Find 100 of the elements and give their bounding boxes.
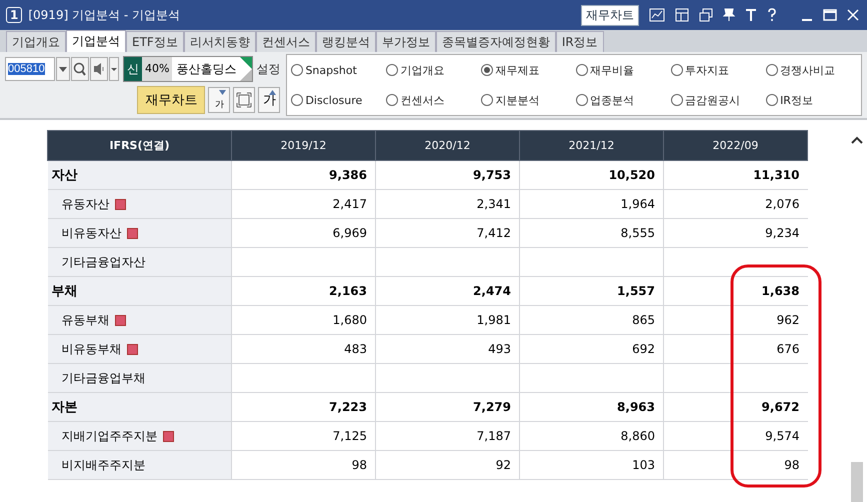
table-cell: 9,753 [376,160,520,190]
maximize-icon[interactable] [823,8,837,22]
table-cell: 11,310 [664,160,808,190]
settings-label[interactable]: 설정 [256,60,280,78]
pin-icon[interactable] [723,8,735,22]
row-label-cell: 기타금융업자산 [48,248,232,276]
tab[interactable]: 기업개요 [6,31,66,52]
font-decrease-button[interactable]: 가 [208,87,230,113]
table-cell: 10,520 [520,160,664,190]
radio-option[interactable]: Snapshot [291,64,386,76]
table-cell: 1,638 [664,276,808,306]
table-cell: 9,574 [664,422,808,450]
table-cell: 865 [520,306,664,334]
row-label-cell: 비유동부채 [48,334,232,364]
table-cell: 493 [376,334,520,364]
tab[interactable]: 부가정보 [376,31,436,52]
scroll-up-icon[interactable] [851,136,863,144]
table-cell: 7,279 [376,392,520,422]
column-header: 2021/12 [520,130,664,160]
tab[interactable]: 종목별증자예정현황 [436,31,556,52]
table-cell: 2,474 [376,276,520,306]
tab[interactable]: 랭킹분석 [316,31,376,52]
chart-button[interactable]: 재무차트 [581,4,639,26]
layout-icon[interactable] [675,8,689,22]
chart-icon[interactable] [649,8,665,22]
row-label-cell: 비지배주주지분 [48,450,232,480]
radio-option[interactable]: 투자지표 [671,62,766,78]
table-cell: 6,969 [232,218,376,248]
column-header: 2022/09 [664,130,808,160]
radio-option[interactable]: 경쟁사비교 [766,62,861,78]
table-cell: 7,125 [232,422,376,450]
new-listing-badge: 신 [124,57,142,81]
table-cell: 9,672 [664,392,808,422]
tab[interactable]: 컨센서스 [256,31,316,52]
table-cell: 1,981 [376,306,520,334]
copy-icon[interactable] [699,8,713,22]
table-cell: 7,187 [376,422,520,450]
table-cell: 8,860 [520,422,664,450]
table-cell: 2,076 [664,190,808,218]
stock-code-field[interactable]: 005810 [5,57,55,81]
expand-plus-icon[interactable] [114,198,126,210]
column-header: IFRS(연결) [48,130,232,160]
expand-plus-icon[interactable] [126,344,138,355]
row-label-cell: 자본 [48,392,232,422]
table-cell: 692 [520,334,664,364]
radio-option[interactable]: Disclosure [291,94,386,106]
row-label-cell: 부채 [48,276,232,306]
table-cell: 8,555 [520,218,664,248]
scrollbar-thumb[interactable] [851,462,863,502]
radio-option[interactable]: 기업개요 [386,62,482,78]
radio-option[interactable]: IR정보 [766,92,861,108]
tab[interactable]: 리서치동향 [184,31,256,52]
table-cell: 2,163 [232,276,376,306]
expand-plus-icon[interactable] [162,430,174,442]
table-cell: 7,223 [232,392,376,422]
table-cell: 7,412 [376,218,520,248]
financial-chart-button[interactable]: 재무차트 [137,86,206,114]
speaker-icon[interactable] [90,57,108,81]
font-increase-button[interactable]: 가 [258,87,280,113]
table-cell: 1,964 [520,190,664,218]
window-title: [0919] 기업분석 - 기업분석 [28,6,180,24]
radio-option[interactable]: 재무비율 [576,62,672,78]
table-cell: 962 [664,306,808,334]
search-icon[interactable] [71,57,89,81]
help-icon[interactable] [767,8,777,22]
table-cell: 103 [520,450,664,480]
window-number: 1 [6,7,22,23]
expand-plus-icon[interactable] [114,314,126,326]
tab[interactable]: 기업분석 [66,30,126,52]
radio-option[interactable]: 금감원공시 [671,92,766,108]
tab[interactable]: ETF정보 [126,31,184,52]
margin-rate: 40% [142,57,172,81]
radio-option[interactable]: 지분분석 [481,92,576,108]
table-cell: 676 [664,334,808,364]
radio-option[interactable]: 컨센서스 [386,92,482,108]
column-header: 2020/12 [376,130,520,160]
table-cell: 2,417 [232,190,376,218]
table-cell: 92 [376,450,520,480]
table-cell: 1,680 [232,306,376,334]
table-cell: 483 [232,334,376,364]
row-label-cell: 기타금융업부채 [48,364,232,392]
corner-triangle-icon [240,57,252,81]
table-cell: 98 [664,450,808,480]
tab[interactable]: IR정보 [556,31,604,52]
row-label-cell: 유동자산 [48,190,232,218]
table-cell: 2,341 [376,190,520,218]
caret-down-icon [219,90,226,95]
row-label-cell: 자산 [48,160,232,190]
expand-plus-icon[interactable] [126,228,138,239]
stock-name: 풍산홀딩스 [175,60,238,78]
row-label-cell: 지배기업주주지분 [48,422,232,450]
row-label-cell: 유동부채 [48,306,232,334]
radio-option[interactable]: 재무제표 [481,62,576,78]
table-cell: 1,557 [520,276,664,306]
fit-screen-icon[interactable] [233,87,256,113]
close-icon[interactable] [847,8,859,22]
font-icon[interactable] [745,8,757,22]
caret-up-icon [269,90,276,95]
radio-option[interactable]: 업종분석 [576,92,672,108]
column-header: 2019/12 [232,130,376,160]
